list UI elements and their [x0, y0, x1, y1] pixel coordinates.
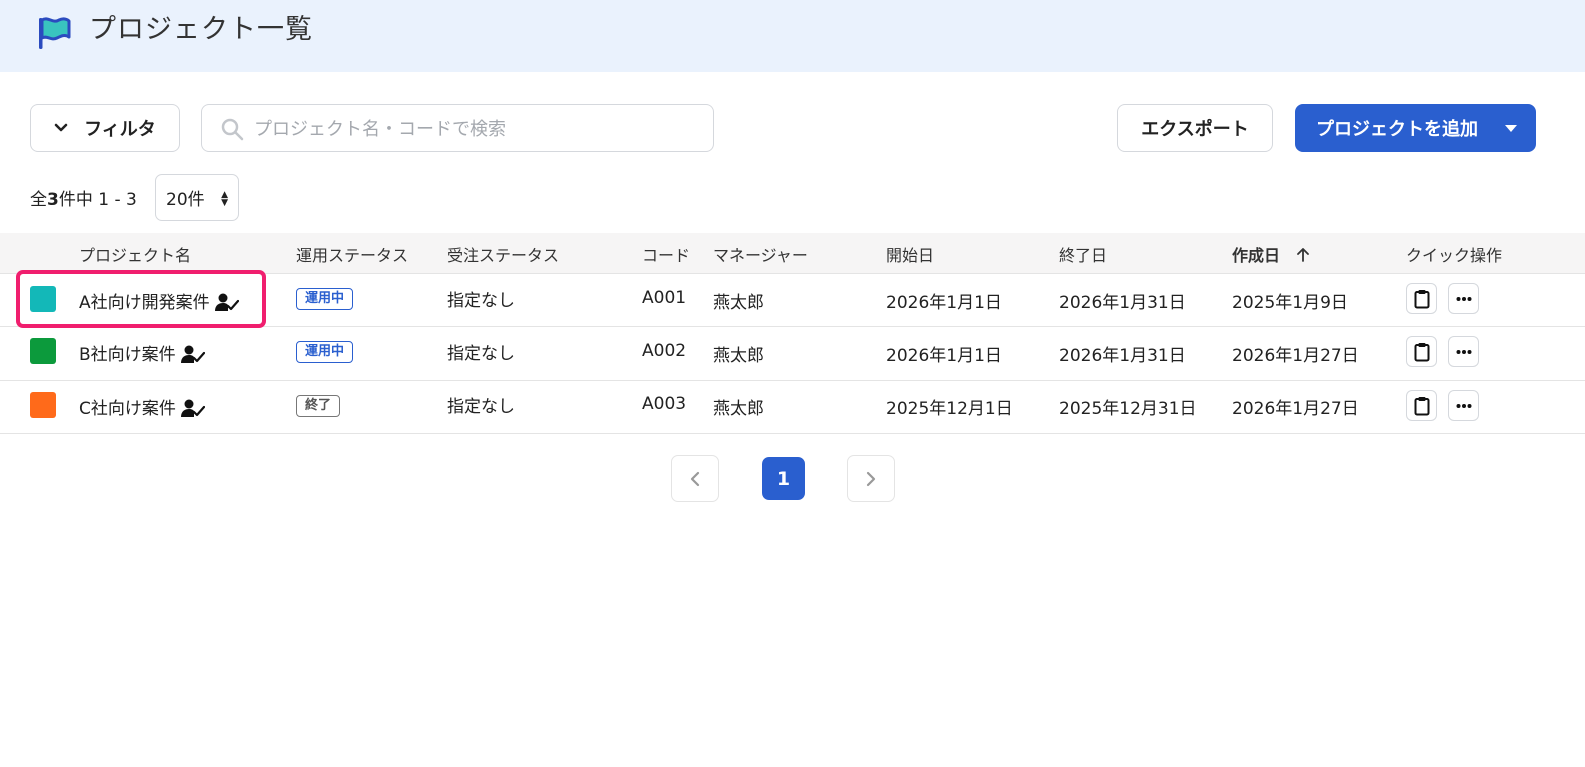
status-badge: 運用中 [296, 288, 354, 310]
end-date: 2025年12月31日 [1059, 399, 1197, 419]
project-manager: 燕太郎 [713, 293, 764, 313]
user-check-icon [181, 345, 206, 363]
sort-arrows-icon: ▲ ▼ [221, 190, 228, 208]
per-page-select[interactable]: 20件 ▲ ▼ [155, 174, 239, 221]
add-project-button[interactable]: プロジェクトを追加 [1295, 104, 1536, 152]
clipboard-button[interactable] [1406, 283, 1437, 314]
clipboard-icon [1414, 289, 1429, 308]
filter-button[interactable]: フィルタ [30, 104, 180, 152]
created-date: 2026年1月27日 [1232, 346, 1359, 366]
caret-down-icon[interactable] [1505, 125, 1517, 132]
table-row[interactable]: B社向け案件 運用中 指定なし A002 燕太郎 2026年1月1日 2026年… [0, 327, 1585, 381]
more-horizontal-icon [1456, 349, 1471, 354]
project-name-label: C社向け案件 [79, 399, 176, 419]
created-date: 2025年1月9日 [1232, 293, 1348, 313]
count-suffix: 件中 1 - 3 [58, 190, 137, 210]
export-label: エクスポート [1141, 119, 1249, 140]
project-color-swatch [30, 338, 56, 364]
project-name[interactable]: C社向け案件 [79, 394, 206, 419]
filter-label: フィルタ [84, 119, 156, 140]
column-header-name[interactable]: プロジェクト名 [79, 242, 191, 266]
project-name-label: B社向け案件 [79, 345, 176, 365]
per-page-value: 20件 [166, 190, 205, 210]
order-status: 指定なし [447, 397, 515, 417]
status-badge: 運用中 [296, 341, 354, 363]
search-input[interactable] [252, 113, 696, 145]
more-options-button[interactable] [1448, 336, 1479, 367]
flag-icon [39, 17, 71, 49]
clipboard-icon [1414, 342, 1429, 361]
result-count: 全3件中 1 - 3 [30, 185, 137, 210]
chevron-right-icon [866, 471, 876, 486]
project-code: A001 [642, 288, 687, 308]
count-prefix: 全 [30, 190, 47, 210]
end-date: 2026年1月31日 [1059, 346, 1186, 366]
status-badge: 終了 [296, 395, 341, 417]
search-icon [221, 118, 244, 141]
clipboard-button[interactable] [1406, 336, 1437, 367]
chevron-down-icon [54, 123, 68, 132]
more-options-button[interactable] [1448, 283, 1479, 314]
project-color-swatch [30, 392, 56, 418]
column-header-manager[interactable]: マネージャー [713, 242, 808, 266]
page-header: プロジェクト一覧 [0, 0, 1585, 72]
column-header-quick: クイック操作 [1406, 246, 1503, 265]
project-code: A003 [642, 394, 687, 414]
next-page-button[interactable] [847, 455, 895, 502]
more-horizontal-icon [1456, 296, 1471, 301]
start-date: 2026年1月1日 [886, 346, 1002, 366]
page-button-current[interactable]: 1 [762, 457, 805, 500]
export-button[interactable]: エクスポート [1117, 104, 1273, 152]
start-date: 2026年1月1日 [886, 293, 1002, 313]
column-header-created-label: 作成日 [1232, 246, 1281, 265]
clipboard-icon [1414, 396, 1429, 415]
table-row[interactable]: C社向け案件 終了 指定なし A003 燕太郎 2025年12月1日 2025年… [0, 380, 1585, 434]
end-date: 2026年1月31日 [1059, 293, 1186, 313]
project-manager: 燕太郎 [713, 399, 764, 419]
more-options-button[interactable] [1448, 390, 1479, 421]
more-horizontal-icon [1456, 403, 1471, 408]
column-header-op-status[interactable]: 運用ステータス [296, 242, 408, 266]
order-status: 指定なし [447, 291, 515, 311]
column-header-created[interactable]: 作成日 [1232, 242, 1310, 266]
chevron-left-icon [690, 471, 700, 486]
count-total: 3 [47, 190, 59, 210]
project-code: A002 [642, 341, 687, 361]
prev-page-button[interactable] [671, 455, 719, 502]
user-check-icon [181, 399, 206, 417]
column-header-code[interactable]: コード [642, 242, 690, 266]
column-header-order-status[interactable]: 受注ステータス [447, 242, 559, 266]
column-header-start[interactable]: 開始日 [886, 242, 934, 266]
search-box[interactable] [201, 104, 714, 152]
project-name[interactable]: B社向け案件 [79, 340, 206, 365]
project-manager: 燕太郎 [713, 346, 764, 366]
clipboard-button[interactable] [1406, 390, 1437, 421]
column-header-end[interactable]: 終了日 [1059, 242, 1107, 266]
add-project-label: プロジェクトを追加 [1316, 119, 1478, 140]
order-status: 指定なし [447, 344, 515, 364]
start-date: 2025年12月1日 [886, 399, 1013, 419]
page-title: プロジェクト一覧 [89, 14, 313, 45]
arrow-up-icon [1296, 248, 1309, 262]
created-date: 2026年1月27日 [1232, 399, 1359, 419]
highlight-box [16, 270, 266, 328]
